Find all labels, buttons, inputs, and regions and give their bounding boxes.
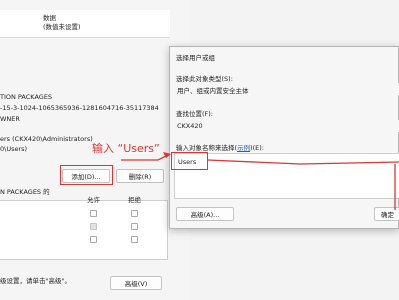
dialog-title: 选择用户或组 <box>176 54 215 62</box>
enter-names-label: 输入对象名称来选择(示例)(E): <box>176 142 264 152</box>
perm-advanced-button[interactable]: 高级(V) <box>110 276 162 290</box>
list-item-administrators[interactable]: ers (CKX420\Administrators) <box>0 135 93 143</box>
deny-checkbox-3[interactable] <box>131 236 138 243</box>
location-field: CKX420 <box>176 120 399 132</box>
permissions-for-label: N PACKAGES 的 <box>0 188 50 196</box>
deny-header: 拒绝 <box>128 196 141 204</box>
registry-values-area: 数据 (数值未设置) <box>0 10 170 38</box>
allow-checkbox-1[interactable] <box>90 210 97 217</box>
allow-checkbox-2[interactable] <box>90 223 97 230</box>
enter-names-label-post: )(E): <box>250 144 264 152</box>
examples-link[interactable]: 示例 <box>237 144 250 152</box>
location-value: CKX420 <box>177 122 203 130</box>
object-type-label: 选择此对象类型(S): <box>176 75 233 83</box>
object-type-field: 用户、组或内置安全主体 <box>176 83 399 95</box>
ok-button[interactable]: 确定 <box>374 207 399 221</box>
group-line-3: WNER <box>0 115 20 123</box>
object-type-value: 用户、组或内置安全主体 <box>177 87 249 95</box>
allow-header: 允许 <box>87 196 100 204</box>
advanced-button[interactable]: 高级(A)... <box>176 207 234 221</box>
list-item-users[interactable]: 0\Users) <box>0 145 27 153</box>
location-label: 查找位置(F): <box>176 110 214 118</box>
allow-checkbox-3[interactable] <box>90 236 97 243</box>
enter-names-label-pre: 输入对象名称来选择( <box>176 144 238 152</box>
group-line-1: TION PACKAGES <box>0 93 53 101</box>
advanced-hint: 级设置，请单击"高级"。 <box>0 277 71 285</box>
deny-checkbox-1[interactable] <box>131 210 138 217</box>
deny-checkbox-2[interactable] <box>131 223 138 230</box>
annotation-label: 输入 “Users” <box>92 142 160 155</box>
group-line-2: -15-3-1024-1065365936-1281604716-3511738… <box>0 104 159 112</box>
select-users-dialog: 选择用户或组 选择此对象类型(S): 用户、组或内置安全主体 查找位置(F): … <box>169 46 399 229</box>
names-field-highlight <box>171 152 208 170</box>
add-button-highlight <box>60 165 113 185</box>
value-unset: (数值未设置) <box>43 23 81 31</box>
permissions-table: 允许 拒绝 <box>0 196 168 260</box>
remove-button[interactable]: 删除(R) <box>116 169 164 183</box>
